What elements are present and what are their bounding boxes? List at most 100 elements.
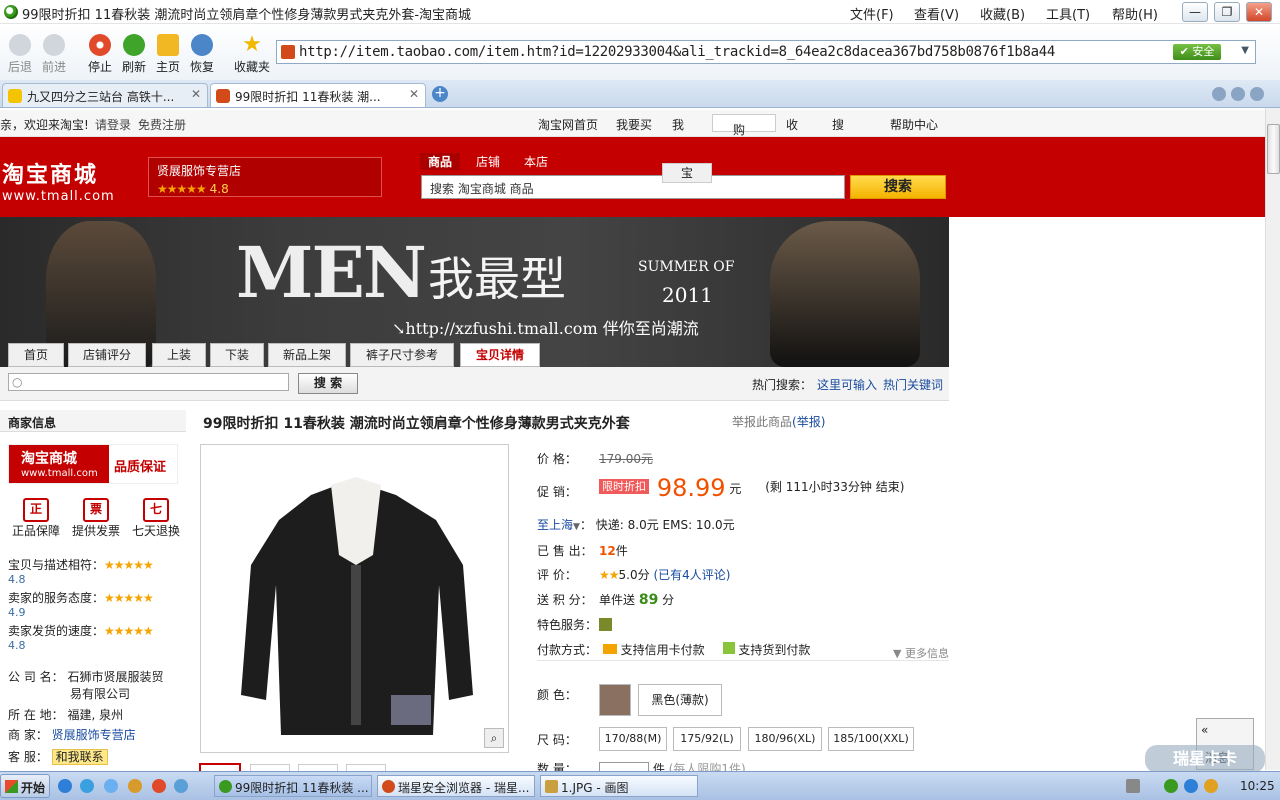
menu-file[interactable]: 文件(F) <box>850 4 894 23</box>
size-option-l[interactable]: 175/92(L) <box>673 727 741 751</box>
shop-search-button[interactable]: 搜 索 <box>298 373 358 394</box>
search-input[interactable]: 搜索 淘宝商城 商品 <box>421 175 845 199</box>
address-dropdown-icon[interactable]: ▼ <box>1241 45 1249 56</box>
page-scrollbar[interactable] <box>1265 108 1280 770</box>
buy-link[interactable]: 我要买 <box>616 116 652 133</box>
search-button[interactable]: 搜索 <box>850 175 946 199</box>
more-info-link[interactable]: ▼ 更多信息 <box>893 645 949 661</box>
tmall-logo[interactable]: 淘宝商城 www.tmall.com <box>2 157 115 204</box>
nav-shop-rating[interactable]: 店铺评分 <box>68 343 146 367</box>
service-invoice[interactable]: 票 提供发票 <box>68 498 124 544</box>
nav-home[interactable]: 首页 <box>8 343 64 367</box>
nav-size-guide[interactable]: 裤子尺寸参考 <box>350 343 454 367</box>
tab-shops[interactable]: 店铺 <box>476 153 500 170</box>
thumbnail-4[interactable] <box>346 764 386 771</box>
product-title: 99限时折扣 11春秋装 潮流时尚立领肩章个性修身薄款男式夹克外套 <box>203 416 630 432</box>
size-option-xl[interactable]: 180/96(XL) <box>748 727 822 751</box>
register-link[interactable]: 免费注册 <box>138 116 186 133</box>
tmall-guarantee-banner[interactable]: 淘宝商城 www.tmall.com 品质保证 <box>8 444 178 484</box>
favorites-button[interactable]: ★ 收藏夹 <box>230 34 274 75</box>
hot-link-1[interactable]: 这里可输入 <box>817 376 877 393</box>
dropdown-item[interactable]: 宝 <box>662 163 712 183</box>
my-taobao-link[interactable]: 我 <box>672 116 684 133</box>
quicklaunch-app3-icon[interactable] <box>174 779 188 793</box>
tab-goods[interactable]: 商品 <box>420 153 461 170</box>
taobao-home-link[interactable]: 淘宝网首页 <box>538 116 598 133</box>
service-7day-return[interactable]: 七 七天退换 <box>128 498 184 544</box>
service-genuine[interactable]: 正 正品保障 <box>8 498 64 544</box>
menu-view[interactable]: 查看(V) <box>914 4 959 23</box>
quicklaunch-ie-icon[interactable] <box>58 779 72 793</box>
tab-scroll-right-icon[interactable] <box>1231 87 1245 101</box>
tab-this-shop[interactable]: 本店 <box>524 153 548 170</box>
thumbnail-2[interactable] <box>250 764 290 771</box>
nav-bottoms[interactable]: 下装 <box>210 343 264 367</box>
report-item[interactable]: 举报此商品(举报) <box>732 413 825 430</box>
hot-link-2[interactable]: 热门关键词 <box>883 376 943 393</box>
quicklaunch-app2-icon[interactable] <box>152 779 166 793</box>
tab-product[interactable]: 99限时折扣 11春秋装 潮... ✕ <box>210 83 426 107</box>
tab-scroll-left-icon[interactable] <box>1212 87 1226 101</box>
color-swatch-image[interactable] <box>599 684 631 716</box>
safe-badge[interactable]: ✔ 安全 <box>1173 44 1221 60</box>
shop-search-input[interactable]: ○ <box>8 373 289 391</box>
task-rising-browser[interactable]: 瑞星安全浏览器 - 瑞星... <box>377 775 535 797</box>
address-url[interactable]: http://item.taobao.com/item.htm?id=12202… <box>299 44 1055 60</box>
login-link[interactable]: 请登录 <box>95 116 131 133</box>
quicklaunch-browser-icon[interactable] <box>80 779 94 793</box>
size-option-xxl[interactable]: 185/100(XXL) <box>828 727 914 751</box>
nav-new-arrivals[interactable]: 新品上架 <box>268 343 346 367</box>
price-label: 价 格： <box>537 452 577 466</box>
search-link[interactable]: 搜 <box>832 116 844 133</box>
report-link[interactable]: (举报) <box>792 415 825 429</box>
nav-tops[interactable]: 上装 <box>152 343 206 367</box>
task-browser-product[interactable]: 99限时折扣 11春秋装 ... <box>214 775 372 797</box>
promo-tag: 限时折扣 <box>599 479 649 494</box>
forward-button[interactable]: 前进 <box>34 34 74 75</box>
task-rising-icon <box>382 780 395 793</box>
tab-list-icon[interactable] <box>1250 87 1264 101</box>
tray-volume-icon[interactable] <box>1204 779 1218 793</box>
favorites-link[interactable]: 收 <box>786 116 798 133</box>
start-button[interactable]: 开始 <box>0 774 50 798</box>
shop-info-box[interactable]: 贤展服饰专营店 ★★★★★ 4.8 <box>148 157 382 197</box>
special-service-icon[interactable] <box>599 618 612 631</box>
tab-close-icon[interactable]: ✕ <box>191 87 201 101</box>
tab-close-icon[interactable]: ✕ <box>409 87 419 101</box>
quicklaunch-app-icon[interactable] <box>128 779 142 793</box>
zoom-icon[interactable]: ⌕ <box>484 728 504 748</box>
quicklaunch-qq-icon[interactable] <box>104 779 118 793</box>
thumbnail-1[interactable] <box>199 763 241 771</box>
merchant-link[interactable]: 贤展服饰专营店 <box>52 728 136 742</box>
product-image[interactable]: ⌕ <box>200 444 509 753</box>
tab-train-station[interactable]: 九又四分之三站台 高铁十... ✕ <box>2 83 208 107</box>
tray-security-icon[interactable] <box>1184 779 1198 793</box>
guarantee-label: 品质保证 <box>114 460 167 475</box>
review-count-link[interactable]: (已有4人评论) <box>653 568 730 582</box>
menu-favorites[interactable]: 收藏(B) <box>980 4 1025 23</box>
size-option-m[interactable]: 170/88(M) <box>599 727 667 751</box>
scrollbar-thumb[interactable] <box>1267 124 1280 174</box>
nav-item-details[interactable]: 宝贝详情 <box>460 343 540 367</box>
restore-button[interactable]: 恢复 <box>182 34 222 75</box>
task-paint[interactable]: 1.JPG - 画图 <box>540 775 698 797</box>
ship-destination-select[interactable]: 至上海 <box>537 518 573 532</box>
collapse-chevron-icon[interactable]: « <box>1201 723 1208 737</box>
new-tab-plus-icon[interactable]: + <box>432 86 448 102</box>
thumbnail-3[interactable] <box>298 764 338 771</box>
contact-seller-button[interactable]: 和我联系 <box>51 749 108 765</box>
tray-keyboard-icon[interactable] <box>1126 779 1140 793</box>
color-option[interactable]: 黑色(薄款) <box>638 684 722 716</box>
tray-network-icon[interactable] <box>1164 779 1178 793</box>
forward-label: 前进 <box>41 60 66 74</box>
minimize-button[interactable]: — <box>1182 2 1208 22</box>
badge-en: www.tmall.com <box>21 468 98 479</box>
close-window-button[interactable]: ✕ <box>1246 2 1272 22</box>
help-center-link[interactable]: 帮助中心 <box>890 116 938 133</box>
quantity-input[interactable] <box>599 762 649 771</box>
cart-link[interactable]: 购 <box>712 114 776 137</box>
menu-help[interactable]: 帮助(H) <box>1112 4 1158 23</box>
address-bar[interactable]: http://item.taobao.com/item.htm?id=12202… <box>276 40 1256 64</box>
maximize-button[interactable]: ❐ <box>1214 2 1240 22</box>
menu-tools[interactable]: 工具(T) <box>1046 4 1090 23</box>
